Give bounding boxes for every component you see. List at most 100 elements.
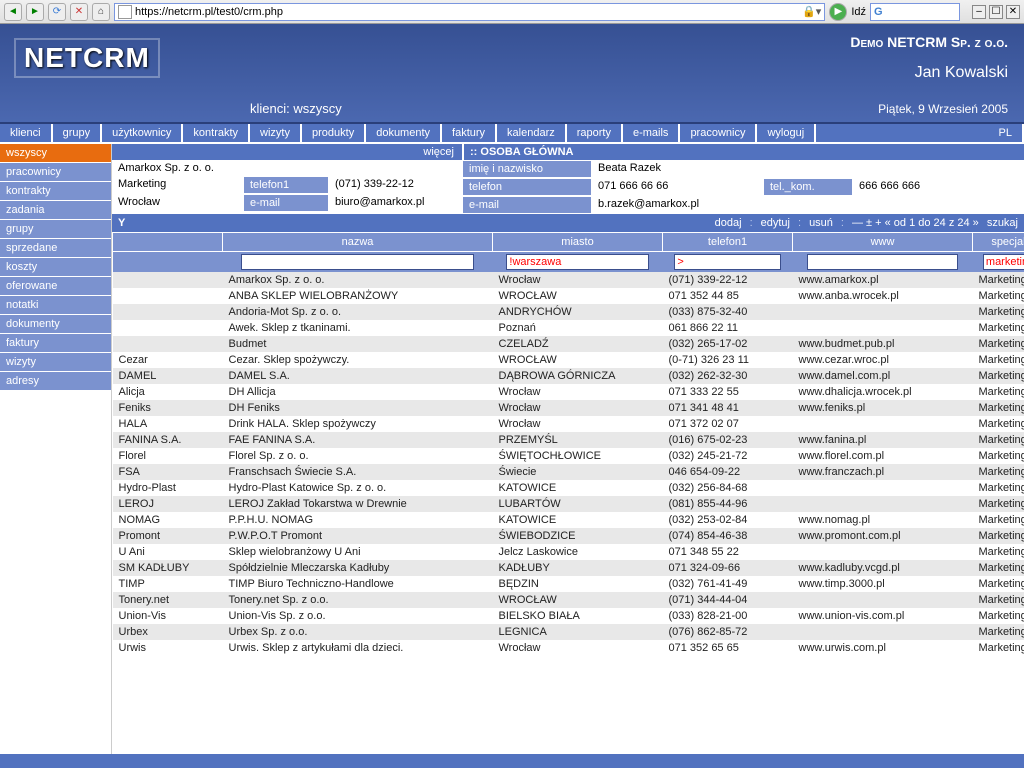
restore-button[interactable]: ☐ bbox=[989, 5, 1003, 19]
browser-search[interactable]: G bbox=[870, 3, 960, 21]
back-button[interactable]: ◄ bbox=[4, 3, 22, 21]
filter-telefon1[interactable] bbox=[674, 254, 780, 270]
action-edit[interactable]: edytuj bbox=[761, 217, 790, 229]
table-row[interactable]: SM KADŁUBYSpółdzielnie Mleczarska Kadłub… bbox=[113, 560, 1024, 576]
table-row[interactable]: U AniSklep wielobranżowy U AniJelcz Lask… bbox=[113, 544, 1024, 560]
table-row[interactable]: HALADrink HALA. Sklep spożywczyWrocław07… bbox=[113, 416, 1024, 432]
cell-miasto: ŚWIEBODZICE bbox=[493, 528, 663, 544]
menu-raporty[interactable]: raporty bbox=[567, 124, 623, 142]
cell-nazwa: TIMP Biuro Techniczno-Handlowe bbox=[223, 576, 493, 592]
sidebar-item-wizyty[interactable]: wizyty bbox=[0, 353, 111, 372]
sidebar-item-dokumenty[interactable]: dokumenty bbox=[0, 315, 111, 334]
menu-klienci[interactable]: klienci bbox=[0, 124, 53, 142]
table-row[interactable]: Tonery.netTonery.net Sp. z o.o.WROCŁAW(0… bbox=[113, 592, 1024, 608]
table-row[interactable]: AlicjaDH AllicjaWrocław071 333 22 55www.… bbox=[113, 384, 1024, 400]
sidebar-item-zadania[interactable]: zadania bbox=[0, 201, 111, 220]
cell-www: www.florel.com.pl bbox=[793, 448, 973, 464]
filter-spec[interactable] bbox=[983, 254, 1024, 270]
table-row[interactable]: UrwisUrwis. Sklep z artykułami dla dziec… bbox=[113, 640, 1024, 656]
filter-miasto[interactable] bbox=[506, 254, 648, 270]
main-menu: kliencigrupyużytkownicykontraktywizytypr… bbox=[0, 124, 1024, 144]
cell-nazwa: FAE FANINA S.A. bbox=[223, 432, 493, 448]
table-row[interactable]: Hydro-PlastHydro-Plast Katowice Sp. z o.… bbox=[113, 480, 1024, 496]
table-row[interactable]: FSAFranschsach Świecie S.A.Świecie046 65… bbox=[113, 464, 1024, 480]
sidebar-item-grupy[interactable]: grupy bbox=[0, 220, 111, 239]
cell-telefon: 071 341 48 41 bbox=[663, 400, 793, 416]
cell-telefon: (033) 828-21-00 bbox=[663, 608, 793, 624]
dropdown-icon[interactable]: ▾ bbox=[816, 5, 822, 18]
cell-spec: Marketing bbox=[973, 288, 1024, 304]
detail-bar-left: więcej bbox=[112, 144, 462, 160]
sidebar-item-kontrakty[interactable]: kontrakty bbox=[0, 182, 111, 201]
action-search[interactable]: szukaj bbox=[987, 217, 1018, 229]
action-add[interactable]: dodaj bbox=[715, 217, 742, 229]
filter-nazwa[interactable] bbox=[241, 254, 473, 270]
forward-button[interactable]: ► bbox=[26, 3, 44, 21]
filter-www[interactable] bbox=[807, 254, 958, 270]
clients-table-wrap[interactable]: nazwamiastotelefon1wwwspecjalizacja Amar… bbox=[112, 232, 1024, 722]
menu-kontrakty[interactable]: kontrakty bbox=[183, 124, 250, 142]
menu-grupy[interactable]: grupy bbox=[53, 124, 103, 142]
table-row[interactable]: Union-VisUnion-Vis Sp. z o.o.BIELSKO BIA… bbox=[113, 608, 1024, 624]
cell-www: www.damel.com.pl bbox=[793, 368, 973, 384]
sidebar-item-wszyscy[interactable]: wszyscy bbox=[0, 144, 111, 163]
table-row[interactable]: DAMELDAMEL S.A.DĄBROWA GÓRNICZA(032) 262… bbox=[113, 368, 1024, 384]
table-row[interactable]: FeniksDH FeniksWrocław071 341 48 41www.f… bbox=[113, 400, 1024, 416]
cell-telefon: (032) 256-84-68 bbox=[663, 480, 793, 496]
table-row[interactable]: FlorelFlorel Sp. z o. o.ŚWIĘTOCHŁOWICE(0… bbox=[113, 448, 1024, 464]
table-row[interactable]: Andoria-Mot Sp. z o. o.ANDRYCHÓW(033) 87… bbox=[113, 304, 1024, 320]
table-row[interactable]: UrbexUrbex Sp. z o.o.LEGNICA(076) 862-85… bbox=[113, 624, 1024, 640]
table-row[interactable]: NOMAGP.P.H.U. NOMAGKATOWICE(032) 253-02-… bbox=[113, 512, 1024, 528]
sidebar-item-faktury[interactable]: faktury bbox=[0, 334, 111, 353]
close-window-button[interactable]: ✕ bbox=[1006, 5, 1020, 19]
logo: NETCRM bbox=[14, 38, 160, 78]
cell-spec: Marketing bbox=[973, 320, 1024, 336]
sidebar-item-oferowane[interactable]: oferowane bbox=[0, 277, 111, 296]
sidebar-item-adresy[interactable]: adresy bbox=[0, 372, 111, 391]
menu-wizyty[interactable]: wizyty bbox=[250, 124, 302, 142]
home-button[interactable]: ⌂ bbox=[92, 3, 110, 21]
menu-dokumenty[interactable]: dokumenty bbox=[366, 124, 442, 142]
menu-użytkownicy[interactable]: użytkownicy bbox=[102, 124, 183, 142]
col-short[interactable] bbox=[113, 233, 223, 252]
table-row[interactable]: ANBA SKLEP WIELOBRANŻOWYWROCŁAW071 352 4… bbox=[113, 288, 1024, 304]
menu-wyloguj[interactable]: wyloguj bbox=[757, 124, 816, 142]
go-button[interactable]: ▶ bbox=[829, 3, 847, 21]
col-telefon1[interactable]: telefon1 bbox=[663, 233, 793, 252]
table-row[interactable]: Amarkox Sp. z o. o.Wrocław(071) 339-22-1… bbox=[113, 272, 1024, 288]
sidebar-item-sprzedane[interactable]: sprzedane bbox=[0, 239, 111, 258]
more-link[interactable]: więcej bbox=[415, 144, 462, 160]
table-row[interactable]: BudmetCZELADŹ(032) 265-17-02www.budmet.p… bbox=[113, 336, 1024, 352]
cell-www: www.feniks.pl bbox=[793, 400, 973, 416]
sidebar-item-notatki[interactable]: notatki bbox=[0, 296, 111, 315]
pager[interactable]: — ± + « od 1 do 24 z 24 » bbox=[852, 217, 979, 229]
list-toolbar: Y dodaj: edytuj: usuń: — ± + « od 1 do 2… bbox=[112, 214, 1024, 232]
stop-button[interactable]: ✕ bbox=[70, 3, 88, 21]
table-row[interactable]: CezarCezar. Sklep spożywczy.WROCŁAW(0-71… bbox=[113, 352, 1024, 368]
minimize-button[interactable]: – bbox=[972, 5, 986, 19]
table-row[interactable]: LEROJLEROJ Zakład Tokarstwa w DrewnieLUB… bbox=[113, 496, 1024, 512]
cell-telefon: 071 372 02 07 bbox=[663, 416, 793, 432]
cell-telefon: 061 866 22 11 bbox=[663, 320, 793, 336]
menu-produkty[interactable]: produkty bbox=[302, 124, 366, 142]
col-miasto[interactable]: miasto bbox=[493, 233, 663, 252]
col-nazwa[interactable]: nazwa bbox=[223, 233, 493, 252]
table-row[interactable]: PromontP.W.P.O.T PromontŚWIEBODZICE(074)… bbox=[113, 528, 1024, 544]
col-specjalizacja[interactable]: specjalizacja bbox=[973, 233, 1024, 252]
table-row[interactable]: Awek. Sklep z tkaninami.Poznań061 866 22… bbox=[113, 320, 1024, 336]
firm-name: Demo NETCRM Sp. z o.o. bbox=[850, 34, 1008, 50]
menu-faktury[interactable]: faktury bbox=[442, 124, 497, 142]
action-delete[interactable]: usuń bbox=[809, 217, 833, 229]
reload-button[interactable]: ⟳ bbox=[48, 3, 66, 21]
menu-pracownicy[interactable]: pracownicy bbox=[680, 124, 757, 142]
cell-spec: Marketing bbox=[973, 512, 1024, 528]
menu-kalendarz[interactable]: kalendarz bbox=[497, 124, 567, 142]
menu-e-mails[interactable]: e-mails bbox=[623, 124, 680, 142]
col-www[interactable]: www bbox=[793, 233, 973, 252]
address-bar[interactable]: https://netcrm.pl/test0/crm.php 🔒 ▾ bbox=[114, 3, 825, 21]
sidebar-item-pracownicy[interactable]: pracownicy bbox=[0, 163, 111, 182]
table-row[interactable]: TIMPTIMP Biuro Techniczno-HandloweBĘDZIN… bbox=[113, 576, 1024, 592]
table-row[interactable]: FANINA S.A.FAE FANINA S.A.PRZEMYŚL(016) … bbox=[113, 432, 1024, 448]
sidebar-item-koszty[interactable]: koszty bbox=[0, 258, 111, 277]
menu-lang[interactable]: PL bbox=[989, 124, 1024, 142]
